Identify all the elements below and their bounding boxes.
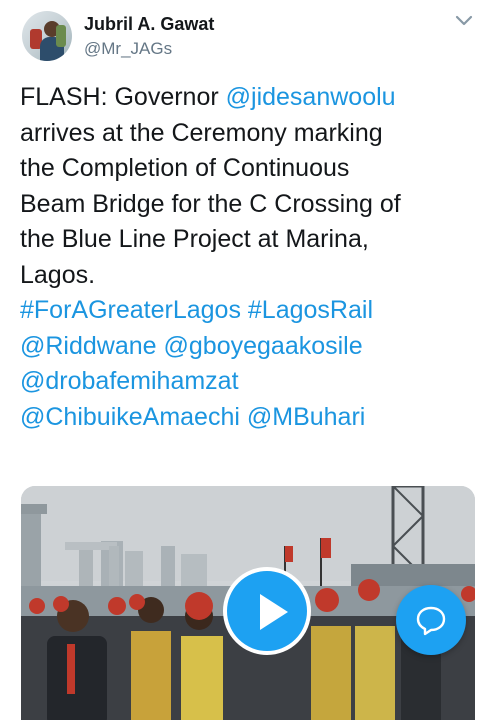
tweet-line: Lagos.	[20, 258, 466, 294]
tweet-line: @drobafemihamzat	[20, 364, 466, 400]
speech-bubble-icon	[416, 606, 446, 636]
tweet-text: FLASH: Governor @jidesanwoolu arrives at …	[20, 80, 466, 435]
tweet-text-segment	[240, 403, 247, 431]
author-name[interactable]: Jubril A. Gawat	[84, 14, 214, 35]
tweet-text-segment: Lagos.	[20, 260, 96, 289]
avatar[interactable]	[22, 11, 72, 61]
chevron-down-icon[interactable]	[455, 14, 473, 28]
play-icon	[260, 594, 288, 630]
tweet-line: @ChibuikeAmaechi @MBuhari	[20, 400, 466, 436]
tweet-text-segment: the Blue Line Project at Marina,	[20, 225, 369, 253]
tweet-line: the Completion of Continuous	[20, 151, 466, 187]
tweet-text-segment: FLASH: Governor	[20, 83, 226, 111]
tweet-line: @Riddwane @gboyegaakosile	[20, 329, 466, 365]
tweet-line: arrives at the Ceremony marking	[20, 116, 466, 152]
play-button[interactable]	[223, 567, 311, 655]
author-handle[interactable]: @Mr_JAGs	[84, 39, 172, 59]
tweet-text-segment: arrives at the Ceremony marking	[20, 118, 383, 147]
tweet-header: Jubril A. Gawat @Mr_JAGs	[0, 0, 482, 70]
tweet-line: Beam Bridge for the C Crossing of	[20, 187, 466, 223]
tweet-line: #ForAGreaterLagos #LagosRail	[20, 293, 466, 329]
hashtag-link[interactable]: #LagosRail	[248, 296, 373, 324]
mention-link[interactable]: @MBuhari	[247, 403, 365, 431]
compose-button[interactable]	[396, 585, 466, 655]
tweet-line: the Blue Line Project at Marina,	[20, 222, 466, 258]
mention-link[interactable]: @Riddwane	[20, 332, 157, 360]
tweet-text-segment	[157, 332, 164, 360]
tweet-text-segment: Beam Bridge for the C Crossing of	[20, 189, 401, 218]
mention-link[interactable]: @jidesanwoolu	[226, 83, 396, 111]
hashtag-link[interactable]: #ForAGreaterLagos	[20, 296, 241, 324]
tweet-line: FLASH: Governor @jidesanwoolu	[20, 80, 466, 116]
mention-link[interactable]: @drobafemihamzat	[20, 367, 239, 395]
tweet-text-segment	[241, 296, 248, 324]
mention-link[interactable]: @gboyegaakosile	[164, 332, 363, 360]
mention-link[interactable]: @ChibuikeAmaechi	[20, 403, 240, 431]
tweet-text-segment: the Completion of Continuous	[20, 154, 350, 182]
